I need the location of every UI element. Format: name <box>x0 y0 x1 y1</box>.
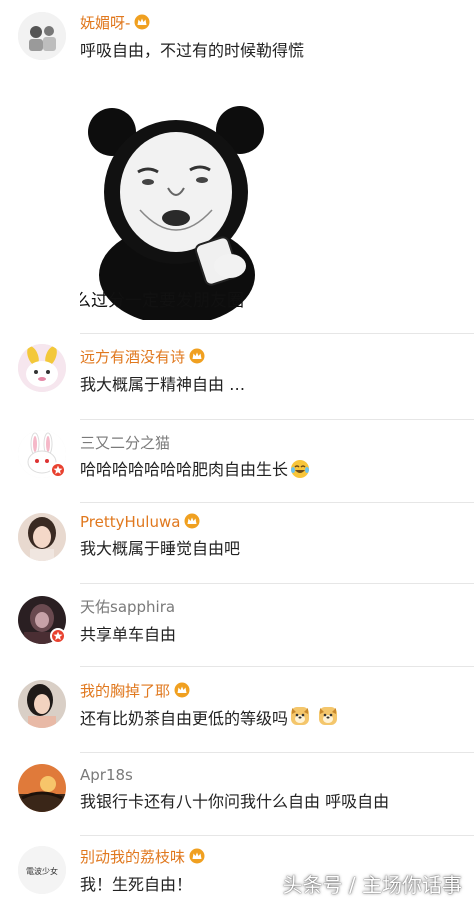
comment-text: 我大概属于精神自由 … <box>80 375 246 394</box>
avatar[interactable] <box>18 344 66 392</box>
text-logo-avatar-icon: 電波少女 <box>18 846 66 894</box>
crown-icon <box>189 848 205 864</box>
comment-text: 共享单车自由 <box>80 625 177 644</box>
comment-text: 我大概属于睡觉自由吧 <box>80 539 241 558</box>
girl-photo-avatar-icon <box>18 513 66 561</box>
avatar[interactable] <box>18 764 66 812</box>
crown-icon <box>174 682 190 698</box>
badge-icon <box>50 628 66 644</box>
crown-icon <box>184 513 200 529</box>
divider <box>80 752 474 753</box>
comment-text: 呼吸自由，不过有的时候勒得慌 <box>80 41 305 60</box>
avatar[interactable] <box>18 12 66 60</box>
divider <box>80 583 474 584</box>
comment-text: 还有比奶茶自由更低的等级吗 <box>80 706 340 730</box>
avatar[interactable] <box>18 680 66 728</box>
crown-icon <box>189 348 205 364</box>
avatar[interactable]: 電波少女 <box>18 846 66 894</box>
comment-text: 哈哈哈哈哈哈哈肥肉自由生长 <box>80 459 310 481</box>
crown-icon <box>134 14 150 30</box>
username[interactable]: 我的胸掉了耶 <box>80 681 190 701</box>
divider <box>80 419 474 420</box>
comment-text: 我银行卡还有八十你问我什么自由 呼吸自由 <box>80 792 390 811</box>
panda-meme-image[interactable] <box>80 100 275 325</box>
doge-emoji-icon <box>290 706 312 728</box>
laughing-tears-emoji-icon <box>290 459 310 479</box>
username[interactable]: 妩媚呀- <box>80 13 150 33</box>
meme-caption: 么过分一定要发朋友圈 <box>80 291 244 311</box>
username[interactable]: 远方有酒没有诗 <box>80 347 205 367</box>
badge-icon <box>50 462 66 478</box>
divider <box>80 666 474 667</box>
username[interactable]: 别动我的荔枝味 <box>80 847 205 867</box>
rabbit-cartoon-avatar-icon <box>18 344 66 392</box>
username[interactable]: PrettyHuluwa <box>80 512 200 532</box>
watermark: 头条号 / 主场你话事 <box>282 873 462 897</box>
divider <box>80 333 474 334</box>
sunset-photo-avatar-icon <box>18 764 66 812</box>
divider <box>80 835 474 836</box>
username[interactable]: Apr18s <box>80 765 133 785</box>
avatar[interactable] <box>18 513 66 561</box>
svg-text:電波少女: 電波少女 <box>26 866 58 876</box>
username[interactable]: 三又二分之猫 <box>80 433 170 453</box>
doge-emoji-icon <box>318 706 340 728</box>
couple-avatar-icon <box>18 12 66 60</box>
comment-text: 我！生死自由！ <box>80 875 193 894</box>
woman-photo-avatar-icon <box>18 680 66 728</box>
username[interactable]: 天佑sapphira <box>80 597 175 617</box>
divider <box>80 502 474 503</box>
